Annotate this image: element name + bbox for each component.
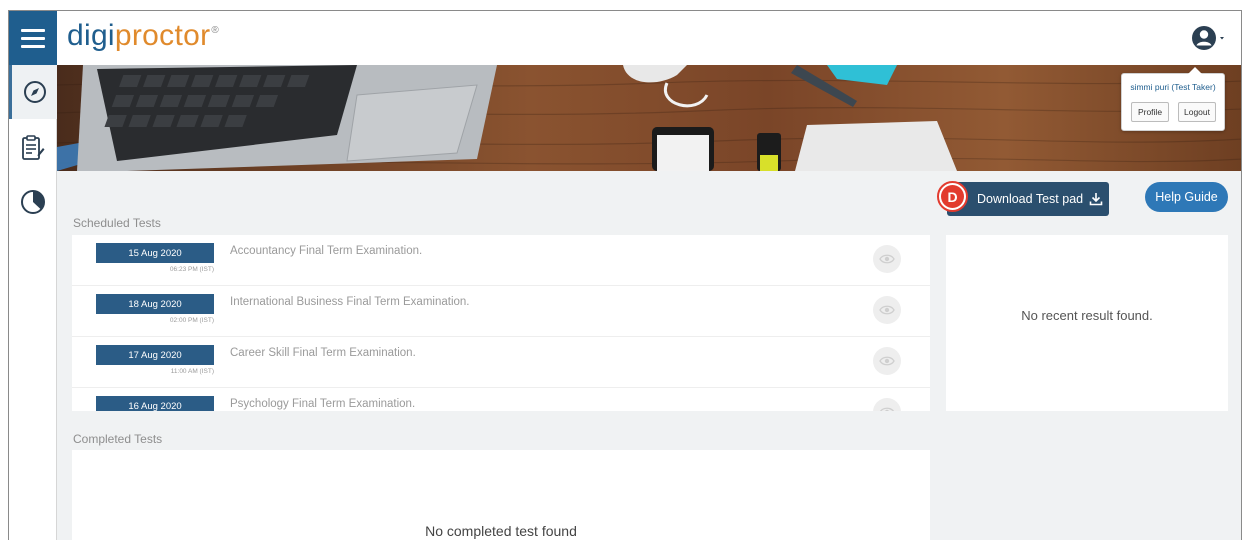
eye-icon: [879, 407, 895, 411]
view-test-button[interactable]: [873, 296, 901, 324]
scheduled-test-row: 17 Aug 2020 11:00 AM (IST) Career Skill …: [72, 337, 930, 388]
user-account-dropdown[interactable]: [1191, 24, 1227, 52]
download-test-pad-label: Download Test pad: [977, 192, 1084, 206]
no-completed-test-text: No completed test found: [425, 523, 577, 539]
logo-registered-mark: ®: [211, 25, 220, 36]
test-name: International Business Final Term Examin…: [230, 296, 470, 308]
view-test-button[interactable]: [873, 245, 901, 273]
view-test-button[interactable]: [873, 347, 901, 375]
test-date-badge: 15 Aug 2020: [96, 243, 214, 263]
test-name: Accountancy Final Term Examination.: [230, 245, 423, 257]
logo-text-proctor: proctor: [114, 19, 211, 52]
user-avatar-icon: [1192, 26, 1224, 50]
recent-result-panel: No recent result found.: [946, 235, 1228, 411]
scheduled-test-row: 15 Aug 2020 06:23 PM (IST) Accountancy F…: [72, 235, 930, 286]
clipboard-icon: [22, 135, 45, 160]
no-recent-result-text: No recent result found.: [1021, 308, 1153, 323]
eye-icon: [879, 305, 895, 315]
sidebar: [9, 11, 57, 540]
test-date-badge: 18 Aug 2020: [96, 294, 214, 314]
logo-text-digi: digi: [67, 19, 115, 52]
scheduled-test-row: 16 Aug 2020 Psychology Final Term Examin…: [72, 388, 930, 411]
user-menu-popup: simmi puri (Test Taker) Profile Logout: [1121, 67, 1225, 131]
annotation-marker-d-letter: D: [941, 185, 964, 208]
completed-tests-panel: No completed test found: [72, 450, 930, 540]
test-time: 06:23 PM (IST): [169, 266, 214, 273]
help-guide-button[interactable]: Help Guide: [1145, 182, 1228, 212]
scheduled-tests-list: 15 Aug 2020 06:23 PM (IST) Accountancy F…: [72, 235, 930, 411]
view-test-button[interactable]: [873, 398, 901, 411]
user-name-label: simmi puri (Test Taker): [1130, 82, 1216, 92]
hamburger-menu-button[interactable]: [9, 11, 57, 65]
download-test-pad-button[interactable]: Download Test pad: [947, 182, 1109, 216]
scheduled-test-row: 18 Aug 2020 02:00 PM (IST) International…: [72, 286, 930, 337]
compass-icon: [23, 81, 46, 103]
test-name: Career Skill Final Term Examination.: [230, 347, 416, 359]
test-name: Psychology Final Term Examination.: [230, 398, 416, 410]
test-date-badge: 17 Aug 2020: [96, 345, 214, 365]
annotation-marker-d: D: [937, 181, 968, 212]
desk-banner-illustration: [57, 65, 1241, 171]
app-window: digiproctor® simmi puri (Test Taker) Pro…: [8, 10, 1242, 540]
hamburger-line: [21, 36, 45, 40]
hamburger-line: [21, 44, 45, 48]
eye-icon: [879, 356, 895, 366]
test-date-badge: 16 Aug 2020: [96, 396, 214, 411]
download-icon: [1089, 193, 1103, 206]
sidebar-item-results[interactable]: [9, 175, 57, 229]
top-header: digiproctor®: [57, 11, 1241, 65]
scheduled-tests-title: Scheduled Tests: [73, 216, 161, 230]
logout-button[interactable]: Logout: [1178, 102, 1216, 122]
pie-chart-icon: [21, 190, 45, 214]
test-time: 02:00 PM (IST): [169, 317, 214, 324]
sidebar-item-tests[interactable]: [9, 121, 57, 175]
hamburger-line: [21, 28, 45, 32]
test-time: 11:00 AM (IST): [170, 368, 214, 375]
eye-icon: [879, 254, 895, 264]
completed-tests-title: Completed Tests: [73, 432, 163, 446]
sidebar-item-dashboard[interactable]: [9, 65, 57, 119]
brand-logo: digiproctor®: [67, 19, 220, 53]
profile-button[interactable]: Profile: [1131, 102, 1169, 122]
hero-banner: [57, 65, 1241, 171]
